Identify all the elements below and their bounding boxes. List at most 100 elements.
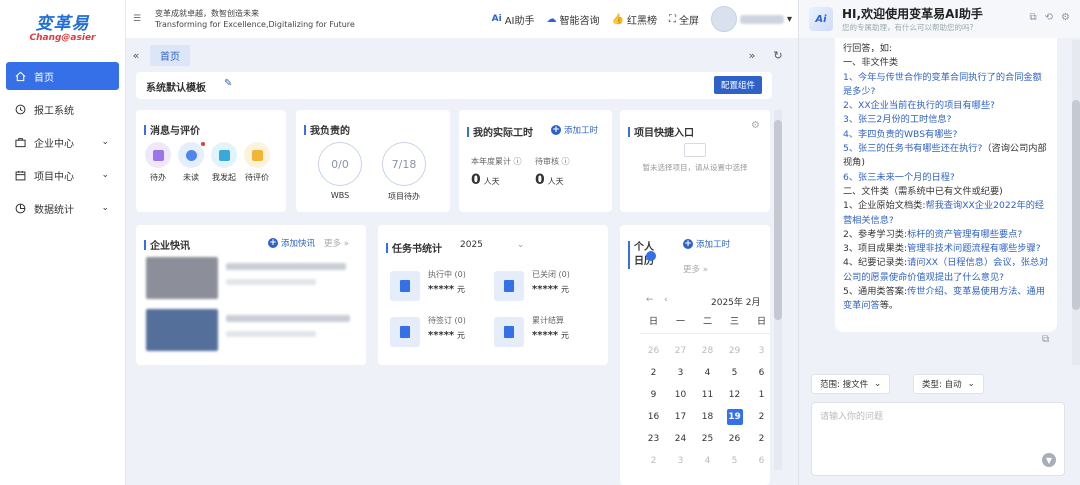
main-content: 系统默认模板 ✎ 配置组件 消息与评价 待办 未读 我发起 待评价 我负责的 0…: [126, 72, 782, 485]
home-icon: [14, 70, 26, 82]
ai-assistant-button[interactable]: Ai AI助手: [492, 12, 535, 27]
worktime-title: 我的实际工时: [467, 124, 533, 139]
scope-select[interactable]: 范围: 搜文件 ⌄: [811, 374, 891, 394]
plus-icon: +: [268, 238, 278, 248]
messages-card: 消息与评价 待办 未读 我发起 待评价: [136, 110, 286, 212]
prev-year-icon[interactable]: ←: [646, 295, 654, 305]
year-select[interactable]: 2025 ⌄: [460, 240, 524, 250]
ai-scrollbar[interactable]: [1072, 40, 1080, 365]
news-date-blurred: [226, 331, 316, 337]
task-stat-executing[interactable]: 执行中 (0) ***** 元: [390, 269, 490, 301]
smart-consult-button[interactable]: ☁ 智能咨询: [547, 12, 600, 27]
history-icon[interactable]: ⟲: [1045, 12, 1053, 23]
add-worktime-link[interactable]: + 添加工时: [551, 124, 598, 136]
ranking-button[interactable]: 👍 红黑榜: [612, 12, 657, 27]
add-calendar-link[interactable]: + 添加工时: [683, 238, 730, 250]
question-input[interactable]: 请输入你的问题 ▼: [811, 402, 1065, 476]
tab-home[interactable]: 首页: [150, 44, 190, 66]
document-icon: [494, 317, 524, 347]
plus-icon: +: [683, 239, 693, 249]
avatar: [710, 6, 737, 32]
news-more-link[interactable]: 更多 »: [324, 237, 349, 249]
type-select[interactable]: 类型: 自动 ⌄: [913, 374, 984, 394]
sidebar-item-project[interactable]: 项目中心 ⌄: [6, 161, 119, 189]
year-total-label: 本年度累计 ⓘ: [471, 157, 522, 166]
calendar-today[interactable]: 19: [726, 409, 743, 425]
copy-icon[interactable]: ⧉: [1030, 12, 1037, 23]
sidebar: 变革易 Chang@asier 首页 报工系统 企业中心 ⌄ 项目中心 ⌄ 数据…: [0, 0, 126, 485]
todo-entry[interactable]: 待办: [144, 142, 172, 183]
example-question[interactable]: 4、李四负责的WBS有哪些?: [843, 128, 1049, 142]
main-scrollbar[interactable]: [774, 110, 782, 470]
example-question[interactable]: 6、张三未来一个月的日程?: [843, 171, 1049, 185]
news-item[interactable]: [146, 257, 356, 299]
ai-header-actions: ⧉ ⟲ ⚙: [1030, 12, 1071, 23]
edit-icon[interactable]: ✎: [224, 78, 232, 89]
example-question[interactable]: 1、今年与传世合作的变革合同执行了的合同金额是多少?: [843, 71, 1049, 100]
news-thumbnail: [146, 309, 218, 351]
ai-icon: Ai: [491, 14, 502, 24]
chevron-down-icon: ⌄: [101, 203, 109, 213]
fullscreen-button[interactable]: ⛶ 全屏: [669, 12, 699, 27]
menu-fold-icon[interactable]: ☰: [133, 14, 147, 24]
news-title: 企业快讯: [144, 237, 190, 252]
unread-dot: [201, 142, 205, 146]
task-stat-settlement[interactable]: 累计结算 ***** 元: [494, 315, 594, 347]
copy-message-icon[interactable]: ⧉: [1042, 334, 1049, 345]
project-todo-stat[interactable]: 7/18 项目待办: [382, 142, 426, 202]
ai-assistant-panel: Ai HI,欢迎使用变革易AI助手 您的专属助理，有什么可以帮助您的吗? ⧉ ⟲…: [798, 0, 1080, 485]
calendar-week-row: 23456: [650, 456, 765, 466]
refresh-icon[interactable]: ↻: [768, 45, 788, 65]
task-stat-closed[interactable]: 已关闭 (0) ***** 元: [494, 269, 594, 301]
ai-message-bubble: 行回答，如: 一、非文件类 1、今年与传世合作的变革合同执行了的合同金额是多少?…: [835, 38, 1057, 332]
fullscreen-icon: ⛶: [668, 13, 676, 25]
template-title: 系统默认模板: [146, 83, 206, 94]
worktime-card: 我的实际工时 + 添加工时 本年度累计 ⓘ 待审核 ⓘ 0 人天 0 人天: [459, 110, 612, 212]
document-icon: [494, 271, 524, 301]
pending-value: 0 人天: [535, 172, 564, 188]
todo-icon: [145, 142, 171, 168]
prev-month-icon[interactable]: ‹: [664, 295, 668, 305]
info-icon: ⓘ: [561, 157, 570, 166]
example-question[interactable]: 标杆的资产管理有哪些要点?: [907, 229, 1022, 240]
config-widgets-button[interactable]: 配置组件: [713, 76, 762, 94]
ai-logo-icon: Ai: [809, 7, 833, 31]
wbs-stat[interactable]: 0/0 WBS: [318, 142, 362, 200]
quick-title: 项目快捷入口: [628, 124, 694, 139]
example-question[interactable]: 管理非技术问题流程有哪些步骤?: [907, 243, 1041, 254]
tasks-title: 任务书统计: [386, 240, 442, 255]
task-stat-to-sign[interactable]: 待签订 (0) ***** 元: [390, 315, 490, 347]
topbar-actions: Ai AI助手 ☁ 智能咨询 👍 红黑榜 ⛶ 全屏 ▾: [492, 0, 792, 38]
user-menu[interactable]: ▾: [710, 6, 792, 32]
evaluate-icon: [244, 142, 270, 168]
tab-bar: « 首页 » ↻: [126, 38, 798, 72]
user-name-blurred: [739, 14, 784, 24]
add-news-link[interactable]: + 添加快讯: [268, 237, 315, 249]
example-question[interactable]: 2、XX企业当前在执行的项目有哪些?: [843, 99, 1049, 113]
news-item[interactable]: [146, 309, 356, 351]
logo[interactable]: 变革易 Chang@asier: [0, 0, 125, 52]
calendar-week-row: 23456: [650, 368, 765, 378]
news-headline-blurred: [226, 263, 346, 270]
cloud-icon: ☁: [546, 13, 557, 25]
sidebar-item-home[interactable]: 首页: [6, 62, 119, 90]
to-evaluate-entry[interactable]: 待评价: [243, 142, 271, 183]
example-question[interactable]: 5、张三的任务书有哪些还在执行?: [843, 143, 982, 154]
briefcase-icon: [14, 136, 26, 148]
settings-icon[interactable]: ⚙: [751, 120, 760, 131]
tabs-scroll-left-icon[interactable]: «: [126, 45, 146, 65]
mine-title: 我负责的: [304, 122, 350, 137]
example-question[interactable]: 3、张三2月份的工时信息?: [843, 113, 1049, 127]
unread-entry[interactable]: 未读: [177, 142, 205, 183]
tabs-scroll-right-icon[interactable]: »: [742, 45, 762, 65]
sidebar-item-enterprise[interactable]: 企业中心 ⌄: [6, 128, 119, 156]
sidebar-item-work-report[interactable]: 报工系统: [6, 95, 119, 123]
calendar-more-link[interactable]: 更多 »: [683, 263, 708, 275]
settings-icon[interactable]: ⚙: [1061, 12, 1070, 23]
initiated-entry[interactable]: 我发起: [210, 142, 238, 183]
sidebar-item-statistics[interactable]: 数据统计 ⌄: [6, 194, 119, 222]
clock-icon: [14, 103, 26, 115]
empty-box-icon: [684, 143, 706, 157]
caret-down-icon: ▾: [786, 13, 792, 25]
send-icon[interactable]: ▼: [1042, 453, 1056, 467]
